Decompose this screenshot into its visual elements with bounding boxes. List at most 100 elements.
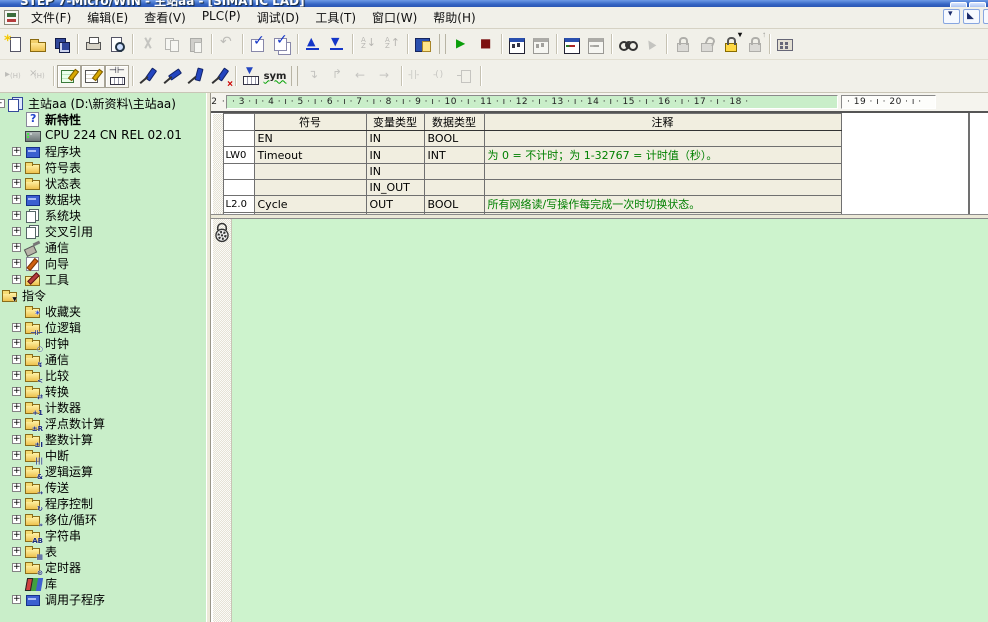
tree-item[interactable]: +AB字符串: [0, 527, 206, 543]
expand-icon[interactable]: +: [12, 211, 21, 220]
menu-item-6[interactable]: 工具(T): [307, 6, 364, 29]
expand-icon[interactable]: +: [12, 243, 21, 252]
expand-icon[interactable]: +: [12, 483, 21, 492]
expand-icon[interactable]: +: [12, 339, 21, 348]
tree-item[interactable]: +⊙定时器: [0, 559, 206, 575]
child-close-button[interactable]: [983, 9, 988, 24]
var-type-cell[interactable]: IN: [366, 164, 424, 180]
data-type-cell[interactable]: [424, 213, 484, 215]
toolbar-gripper[interactable]: [291, 66, 298, 86]
addr-cell[interactable]: [223, 213, 254, 215]
cursor-right-button[interactable]: [374, 65, 398, 88]
ladder-line-down-button[interactable]: [160, 65, 184, 88]
expand-icon[interactable]: +: [12, 467, 21, 476]
options-button[interactable]: [411, 33, 435, 56]
addr-cell[interactable]: [223, 164, 254, 180]
tree-item[interactable]: +⊣⊢位逻辑: [0, 319, 206, 335]
expand-icon[interactable]: +: [12, 563, 21, 572]
expand-icon[interactable]: +: [12, 387, 21, 396]
padlock-remove-button[interactable]: ↑: [742, 33, 766, 56]
expand-icon[interactable]: +: [12, 195, 21, 204]
expand-icon[interactable]: +: [12, 355, 21, 364]
tree-item[interactable]: +通信: [0, 239, 206, 255]
data-type-cell[interactable]: [424, 180, 484, 196]
comment-cell[interactable]: 为 0 = 不计时；为 1-32767 = 计时值（秒）。: [484, 147, 841, 164]
addr-cell[interactable]: [223, 131, 254, 147]
data-type-cell[interactable]: BOOL: [424, 196, 484, 213]
comment-cell[interactable]: 所有网络读/写操作每完成一次时切换状态。: [484, 196, 841, 213]
compile-all-button[interactable]: [270, 33, 294, 56]
expand-icon[interactable]: +: [12, 275, 21, 284]
tree-item[interactable]: +±R浮点数计算: [0, 415, 206, 431]
copy-button[interactable]: [160, 33, 184, 56]
tree-item[interactable]: +程序块: [0, 143, 206, 159]
addr-cell[interactable]: LW0: [223, 147, 254, 164]
tree-item[interactable]: +<比较: [0, 367, 206, 383]
cursor-left-button[interactable]: [350, 65, 374, 88]
tree-item[interactable]: +调用子程序: [0, 591, 206, 607]
stop-mode-button[interactable]: [474, 33, 498, 56]
program-status-button[interactable]: [505, 33, 529, 56]
open-project-button[interactable]: [26, 33, 50, 56]
expand-icon[interactable]: +: [12, 515, 21, 524]
expand-icon[interactable]: +: [12, 403, 21, 412]
tree-item[interactable]: +↯通信: [0, 351, 206, 367]
comment-cell[interactable]: [484, 131, 841, 147]
network-table-button[interactable]: [773, 33, 797, 56]
sort-ascending-button[interactable]: [356, 33, 380, 56]
insert-coil-button[interactable]: [429, 65, 453, 88]
tree-item[interactable]: +±I整数计算: [0, 431, 206, 447]
padlock-closed-button[interactable]: [670, 33, 694, 56]
tree-item[interactable]: ▼指令: [0, 287, 206, 303]
padlock-open-button[interactable]: [694, 33, 718, 56]
toggle-symbol-info-button[interactable]: [105, 65, 129, 88]
var-type-cell[interactable]: [366, 213, 424, 215]
undo-button[interactable]: [215, 33, 239, 56]
expand-icon[interactable]: +: [12, 147, 21, 156]
var-type-cell[interactable]: IN: [366, 131, 424, 147]
symbol-cell[interactable]: [254, 164, 366, 180]
data-type-cell[interactable]: [424, 164, 484, 180]
toggle-network-comments-button[interactable]: [81, 65, 105, 88]
tree-item[interactable]: +工具: [0, 271, 206, 287]
app-icon[interactable]: [4, 10, 19, 25]
expand-icon[interactable]: +: [12, 595, 21, 604]
tree-item[interactable]: +▦表: [0, 543, 206, 559]
tree-item[interactable]: +状态表: [0, 175, 206, 191]
var-type-cell[interactable]: IN: [366, 147, 424, 164]
sort-descending-button[interactable]: [380, 33, 404, 56]
delete-network-button[interactable]: [26, 65, 50, 88]
save-all-button[interactable]: [50, 33, 74, 56]
expand-icon[interactable]: +: [12, 419, 21, 428]
menu-item-8[interactable]: 帮助(H): [425, 6, 483, 29]
child-minimize-button[interactable]: [943, 9, 960, 24]
address-symbol-table-button[interactable]: [239, 65, 263, 88]
symbol-cell[interactable]: [254, 180, 366, 196]
menu-item-2[interactable]: 编辑(E): [79, 6, 136, 29]
symbolic-addressing-button[interactable]: [615, 33, 639, 56]
toggle-symbolic-names-button[interactable]: sym: [263, 65, 287, 88]
program-status-pause-button[interactable]: [529, 33, 553, 56]
expand-icon[interactable]: +: [12, 547, 21, 556]
comment-cell[interactable]: [484, 213, 841, 215]
comment-cell[interactable]: [484, 180, 841, 196]
run-mode-button[interactable]: [450, 33, 474, 56]
expand-icon[interactable]: +: [12, 259, 21, 268]
ladder-line-up-button[interactable]: [136, 65, 160, 88]
data-type-cell[interactable]: BOOL: [424, 131, 484, 147]
child-restore-button[interactable]: [963, 9, 980, 24]
tree-item[interactable]: -主站aa (D:\新资料\主站aa): [0, 95, 206, 111]
toggle-pou-comments-button[interactable]: [57, 65, 81, 88]
padlock-password-button[interactable]: ▾: [718, 33, 742, 56]
menu-item-4[interactable]: PLC(P): [194, 6, 249, 29]
pointer-select-button[interactable]: [639, 33, 663, 56]
expand-icon[interactable]: +: [12, 179, 21, 188]
ladder-line-left-button[interactable]: [184, 65, 208, 88]
expand-icon[interactable]: +: [12, 451, 21, 460]
symbol-cell[interactable]: [254, 213, 366, 215]
cursor-up-button[interactable]: [326, 65, 350, 88]
print-button[interactable]: [81, 33, 105, 56]
tree-item[interactable]: +数据块: [0, 191, 206, 207]
download-button[interactable]: [325, 33, 349, 56]
expand-icon[interactable]: +: [12, 371, 21, 380]
